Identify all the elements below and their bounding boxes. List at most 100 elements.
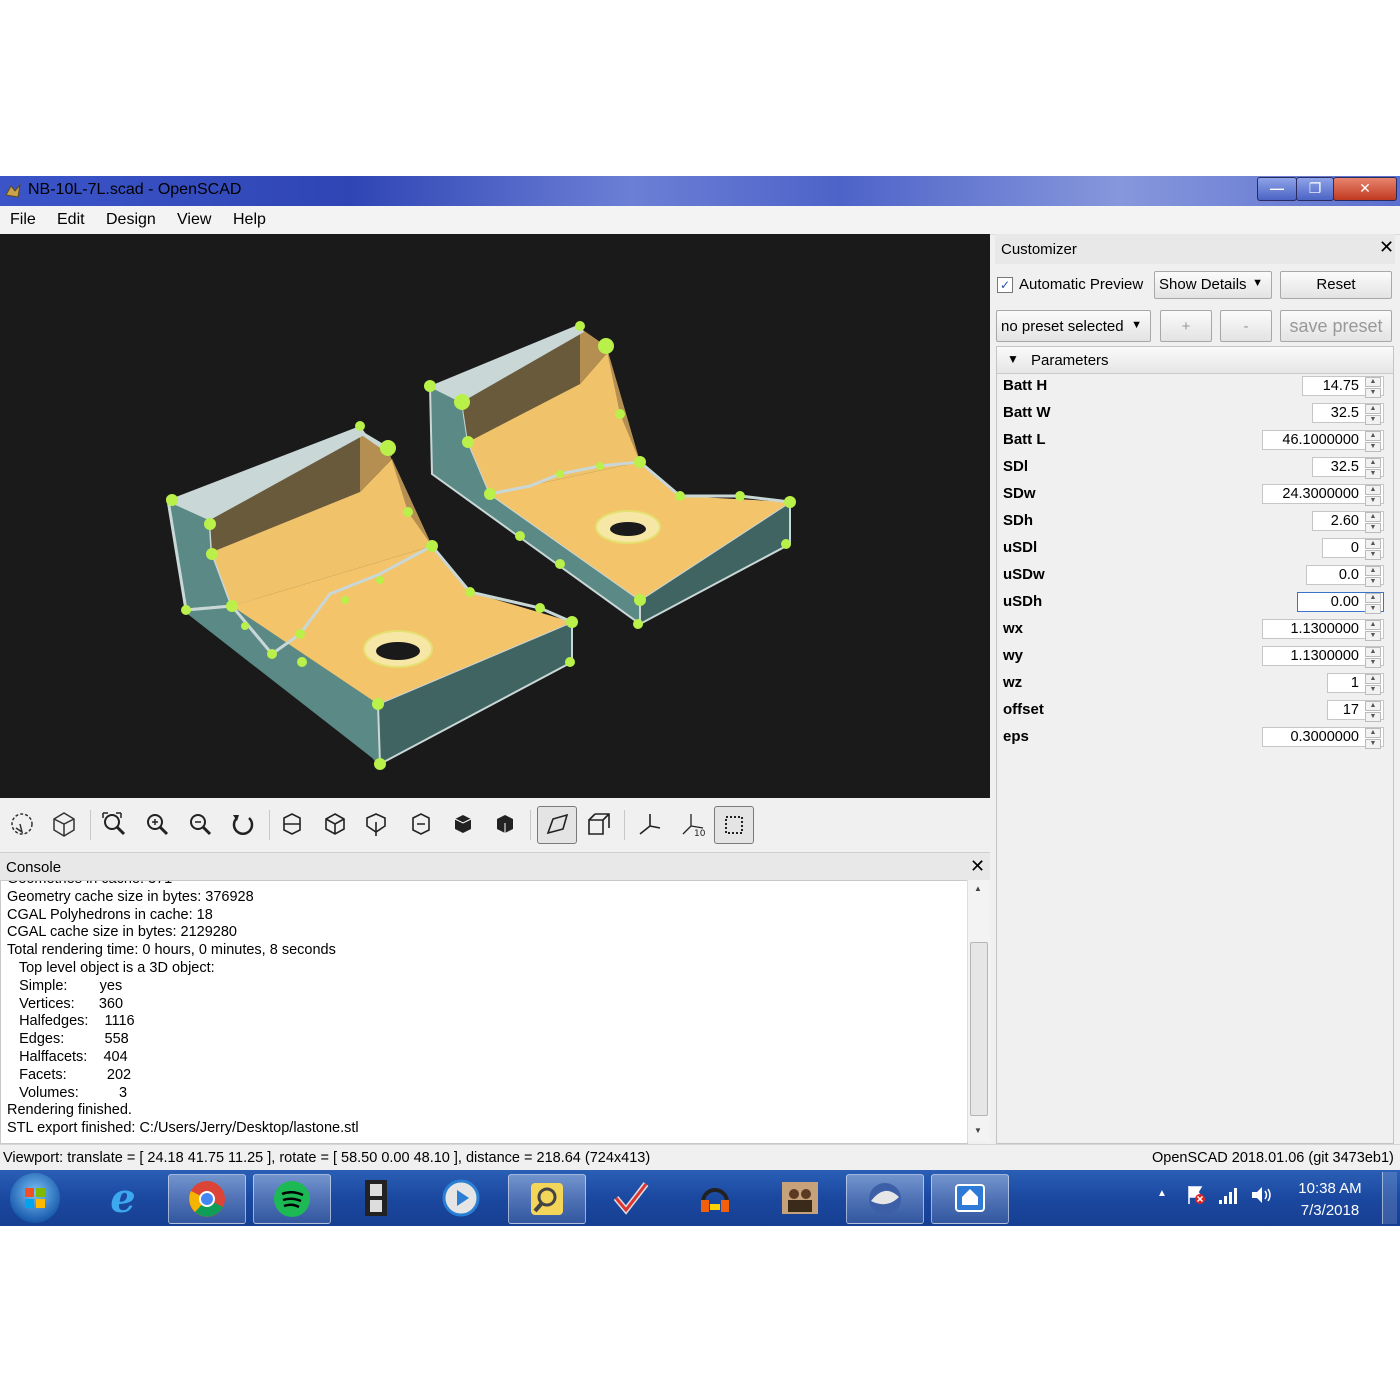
param-label: SDh [1003, 512, 1033, 529]
view-top-icon[interactable] [319, 808, 351, 840]
param-spinbox[interactable]: 0.0 ▲ ▼ [1306, 565, 1384, 587]
view-back-icon[interactable] [489, 808, 521, 840]
show-edges-icon[interactable] [714, 806, 754, 844]
spin-arrows-icon[interactable]: ▲ ▼ [1365, 539, 1381, 560]
console-lines: Geometries in cache: 371 Geometry cache … [7, 881, 359, 1138]
param-spinbox[interactable]: 0.3000000 ▲ ▼ [1262, 727, 1384, 749]
param-spinbox[interactable]: 32.5 ▲ ▼ [1312, 403, 1384, 425]
spin-arrows-icon[interactable]: ▲ ▼ [1365, 647, 1381, 668]
photo-app-icon[interactable] [762, 1174, 838, 1222]
action-center-flag-icon[interactable] [1185, 1184, 1207, 1206]
minimize-button[interactable]: — [1257, 177, 1297, 201]
orthogonal-icon[interactable] [583, 808, 615, 840]
spin-arrows-icon[interactable]: ▲ ▼ [1365, 485, 1381, 506]
param-spinbox[interactable]: 2.60 ▲ ▼ [1312, 511, 1384, 533]
save-preset-button[interactable]: save preset [1280, 310, 1392, 342]
spin-arrows-icon[interactable]: ▲ ▼ [1365, 566, 1381, 587]
spin-arrows-icon[interactable]: ▲ ▼ [1365, 431, 1381, 452]
spin-arrows-icon[interactable]: ▲ ▼ [1365, 458, 1381, 479]
show-details-select[interactable]: Show Details ▼ [1154, 271, 1272, 299]
media-player-icon[interactable] [423, 1174, 499, 1222]
param-spinbox[interactable]: 1.1300000 ▲ ▼ [1262, 646, 1384, 668]
remove-preset-button[interactable]: - [1220, 310, 1272, 342]
show-axes-icon[interactable] [634, 808, 666, 840]
automatic-preview-checkbox[interactable]: ✓ [997, 277, 1013, 293]
network-icon[interactable] [1217, 1184, 1239, 1206]
console-line: Top level object is a 3D object: [7, 959, 215, 976]
view-left-icon[interactable] [405, 808, 437, 840]
preview-icon[interactable] [6, 808, 38, 840]
console-line: Geometry cache size in bytes: 376928 [7, 888, 254, 905]
checklist-icon[interactable] [592, 1174, 668, 1222]
zoom-out-icon[interactable] [184, 808, 216, 840]
console-header: Console ✕ [0, 852, 990, 881]
start-button-icon[interactable] [10, 1173, 60, 1223]
view-front-icon[interactable] [447, 808, 479, 840]
openscad-taskbar-icon[interactable] [846, 1174, 924, 1224]
internet-explorer-icon[interactable]: e [85, 1174, 161, 1222]
customizer-close-icon[interactable]: ✕ [1379, 237, 1394, 258]
param-spinbox[interactable]: 46.1000000 ▲ ▼ [1262, 430, 1384, 452]
param-spinbox[interactable]: 0 ▲ ▼ [1322, 538, 1384, 560]
param-spinbox[interactable]: 17 ▲ ▼ [1327, 700, 1384, 722]
windows-taskbar: e ▲ 10:38 AM 7/3/2018 [0, 1170, 1400, 1226]
preset-select[interactable]: no preset selected ▼ [996, 310, 1151, 342]
scroll-up-icon[interactable]: ▲ [974, 884, 982, 893]
menu-file[interactable]: File [10, 211, 36, 229]
title-bar[interactable]: NB-10L-7L.scad - OpenSCAD — ❐ ✕ [0, 176, 1400, 206]
remote-desktop-icon[interactable] [931, 1174, 1009, 1224]
tray-expand-icon[interactable]: ▲ [1157, 1188, 1167, 1199]
param-spinbox[interactable]: 1.1300000 ▲ ▼ [1262, 619, 1384, 641]
right-battery-holder-model [424, 321, 796, 629]
param-value: 0.3000000 [1290, 729, 1359, 745]
close-button[interactable]: ✕ [1333, 177, 1397, 201]
menu-view[interactable]: View [177, 211, 211, 229]
scroll-down-icon[interactable]: ▼ [974, 1126, 982, 1135]
spin-arrows-icon[interactable]: ▲ ▼ [1365, 620, 1381, 641]
param-spinbox[interactable]: 14.75 ▲ ▼ [1302, 376, 1384, 398]
render-icon[interactable] [48, 808, 80, 840]
spin-arrows-icon[interactable]: ▲ ▼ [1365, 701, 1381, 722]
param-row: uSDl 0 ▲ ▼ [997, 535, 1393, 562]
param-spinbox[interactable]: 32.5 ▲ ▼ [1312, 457, 1384, 479]
taskbar-clock[interactable]: 10:38 AM 7/3/2018 [1280, 1178, 1380, 1222]
spin-arrows-icon[interactable]: ▲ ▼ [1365, 404, 1381, 425]
param-spinbox[interactable]: 24.3000000 ▲ ▼ [1262, 484, 1384, 506]
param-spinbox[interactable]: 1 ▲ ▼ [1327, 673, 1384, 695]
view-bottom-icon[interactable] [360, 808, 392, 840]
spotify-icon[interactable] [253, 1174, 331, 1224]
view-all-icon[interactable] [98, 808, 130, 840]
volume-icon[interactable] [1250, 1184, 1274, 1206]
param-label: eps [1003, 728, 1029, 745]
audio-app-icon[interactable] [677, 1174, 753, 1222]
search-app-icon[interactable] [508, 1174, 586, 1224]
parameters-header[interactable]: ▼ Parameters [997, 347, 1393, 374]
menu-help[interactable]: Help [233, 211, 266, 229]
film-icon[interactable] [338, 1174, 414, 1222]
restore-button[interactable]: ❐ [1296, 177, 1334, 201]
zoom-in-icon[interactable] [141, 808, 173, 840]
perspective-icon[interactable] [537, 806, 577, 844]
param-row: SDl 32.5 ▲ ▼ [997, 454, 1393, 481]
spin-arrows-icon[interactable]: ▲ ▼ [1365, 674, 1381, 695]
spin-arrows-icon[interactable]: ▲ ▼ [1365, 593, 1381, 614]
console-output[interactable]: Geometries in cache: 371 Geometry cache … [0, 880, 968, 1144]
param-spinbox[interactable]: 0.00 ▲ ▼ [1297, 592, 1384, 614]
view-right-icon[interactable] [276, 808, 308, 840]
menu-design[interactable]: Design [106, 211, 156, 229]
spin-arrows-icon[interactable]: ▲ ▼ [1365, 512, 1381, 533]
show-scale-markers-icon[interactable]: 10 [677, 808, 709, 840]
console-scrollbar[interactable]: ▲ ▼ [967, 880, 990, 1142]
spin-arrows-icon[interactable]: ▲ ▼ [1365, 377, 1381, 398]
reset-button[interactable]: Reset [1280, 271, 1392, 299]
show-desktop-button[interactable] [1382, 1172, 1397, 1224]
chrome-icon[interactable] [168, 1174, 246, 1224]
console-close-icon[interactable]: ✕ [970, 856, 985, 877]
reset-view-icon[interactable] [227, 808, 259, 840]
menu-edit[interactable]: Edit [57, 211, 85, 229]
spin-arrows-icon[interactable]: ▲ ▼ [1365, 728, 1381, 749]
add-preset-button[interactable]: + [1160, 310, 1212, 342]
3d-viewport[interactable] [0, 234, 990, 798]
scrollbar-thumb[interactable] [970, 942, 988, 1116]
status-bar: Viewport: translate = [ 24.18 41.75 11.2… [0, 1144, 1400, 1171]
